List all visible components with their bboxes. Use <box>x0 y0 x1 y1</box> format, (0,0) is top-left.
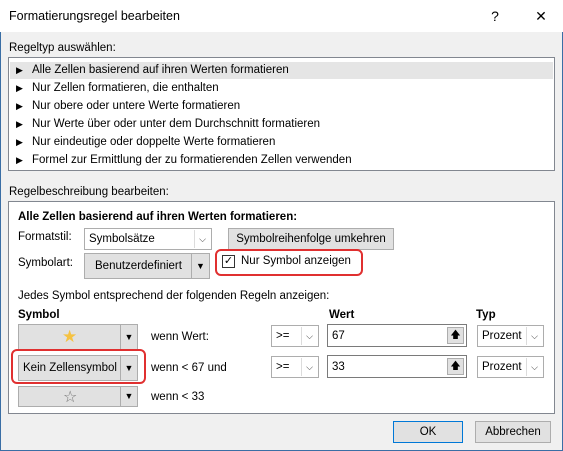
chevron-down-icon: ⌵ <box>301 358 317 376</box>
column-header-value: Wert <box>329 309 355 321</box>
operator-select[interactable]: >= ⌵ <box>271 325 319 347</box>
type-select[interactable]: Prozent ⌵ <box>477 356 544 378</box>
value-text: 33 <box>332 361 345 373</box>
symbol-text: Kein Zellensymbol <box>23 362 117 374</box>
arrow-bullet-icon: ▶ <box>16 119 23 129</box>
rule-type-heading: Regeltyp auswählen: <box>9 42 116 54</box>
rule-type-list[interactable]: ▶ Alle Zellen basierend auf ihren Werten… <box>8 57 555 171</box>
rule-description-heading: Regelbeschreibung bearbeiten: <box>9 186 169 198</box>
icon-style-label: Symbolart: <box>18 257 73 269</box>
rules-intro: Jedes Symbol entsprechend der folgenden … <box>18 290 330 302</box>
chevron-down-icon: ⌵ <box>526 358 542 376</box>
rule-type-label: Nur obere oder untere Werte formatieren <box>32 100 241 112</box>
arrow-bullet-icon: ▶ <box>16 83 23 93</box>
chevron-down-icon: ▼ <box>120 387 137 406</box>
type-select[interactable]: Prozent ⌵ <box>477 325 544 347</box>
dialog-title: Formatierungsregel bearbeiten <box>9 9 180 23</box>
type-value: Prozent <box>482 330 522 342</box>
rule-description-subheading: Alle Zellen basierend auf ihren Werten f… <box>18 211 298 223</box>
close-button[interactable]: ✕ <box>530 6 552 26</box>
gold-star-icon: ★ <box>62 327 78 346</box>
rule-type-label: Nur Werte über oder unter dem Durchschni… <box>32 118 321 130</box>
cell-reference-icon[interactable]: 🡅 <box>447 327 464 344</box>
symbol-select[interactable]: Kein Zellensymbol ▼ <box>18 355 138 381</box>
cell-reference-icon[interactable]: 🡅 <box>447 358 464 375</box>
arrow-bullet-icon: ▶ <box>16 65 23 75</box>
arrow-bullet-icon: ▶ <box>16 137 23 147</box>
chevron-down-icon: ⌵ <box>301 327 317 345</box>
rule-type-label: Alle Zellen basierend auf ihren Werten f… <box>32 64 289 76</box>
chevron-down-icon: ▼ <box>191 254 209 278</box>
icon-style-select[interactable]: Benutzerdefiniert ▼ <box>84 253 210 279</box>
arrow-bullet-icon: ▶ <box>16 101 23 111</box>
ok-button[interactable]: OK <box>393 421 463 443</box>
only-icon-label: Nur Symbol anzeigen <box>241 255 351 267</box>
rule-type-item[interactable]: ▶ Nur Werte über oder unter dem Durchsch… <box>10 116 553 133</box>
title-bar: Formatierungsregel bearbeiten ? ✕ <box>0 0 563 32</box>
format-style-label: Formatstil: <box>18 231 72 243</box>
rule-type-item[interactable]: ▶ Formel zur Ermittlung der zu formatier… <box>10 152 553 169</box>
value-input[interactable]: 67 🡅 <box>327 324 467 347</box>
format-style-value: Symbolsätze <box>89 233 155 245</box>
only-icon-checkbox[interactable]: ✓ <box>222 255 235 268</box>
rule-type-item[interactable]: ▶ Alle Zellen basierend auf ihren Werten… <box>10 62 553 79</box>
rule-type-item[interactable]: ▶ Nur Zellen formatieren, die enthalten <box>10 80 553 97</box>
empty-star-icon: ☆ <box>63 389 78 406</box>
arrow-bullet-icon: ▶ <box>16 155 23 165</box>
condition-label: wenn Wert: <box>151 331 209 343</box>
format-style-select[interactable]: Symbolsätze ⌵ <box>84 228 212 250</box>
chevron-down-icon: ▼ <box>120 356 137 380</box>
chevron-down-icon: ⌵ <box>526 327 542 345</box>
icon-style-value: Benutzerdefiniert <box>95 260 182 272</box>
cancel-button[interactable]: Abbrechen <box>475 421 551 443</box>
help-button[interactable]: ? <box>484 6 506 26</box>
rule-type-item[interactable]: ▶ Nur eindeutige oder doppelte Werte for… <box>10 134 553 151</box>
operator-value: >= <box>276 361 290 373</box>
value-text: 67 <box>332 330 345 342</box>
reverse-icon-order-button[interactable]: Symbolreihenfolge umkehren <box>228 228 394 250</box>
column-header-symbol: Symbol <box>18 309 60 321</box>
symbol-select[interactable]: ☆ ▼ <box>18 386 138 407</box>
rule-type-label: Nur Zellen formatieren, die enthalten <box>32 82 219 94</box>
chevron-down-icon: ⌵ <box>194 230 210 248</box>
operator-value: >= <box>276 330 290 342</box>
operator-select[interactable]: >= ⌵ <box>271 356 319 378</box>
condition-label: wenn < 33 <box>151 391 205 403</box>
type-value: Prozent <box>482 361 522 373</box>
value-input[interactable]: 33 🡅 <box>327 355 467 378</box>
symbol-select[interactable]: ★ ▼ <box>18 324 138 350</box>
rule-type-item[interactable]: ▶ Nur obere oder untere Werte formatiere… <box>10 98 553 115</box>
column-header-type: Typ <box>476 309 496 321</box>
rule-type-label: Formel zur Ermittlung der zu formatieren… <box>32 154 352 166</box>
rule-type-label: Nur eindeutige oder doppelte Werte forma… <box>32 136 276 148</box>
condition-label: wenn < 67 und <box>151 362 227 374</box>
chevron-down-icon: ▼ <box>120 325 137 349</box>
